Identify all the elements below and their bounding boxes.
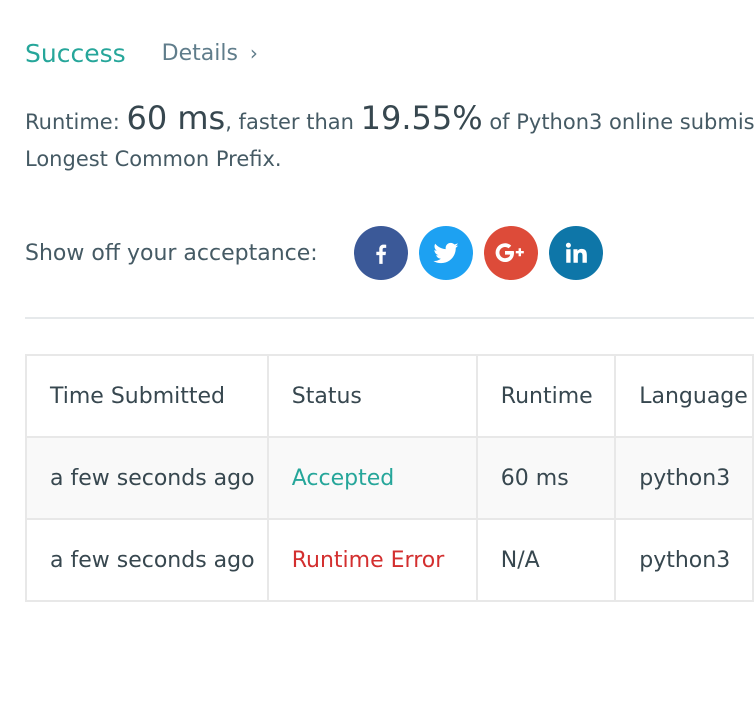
share-section: Show off your acceptance:: [25, 226, 614, 280]
column-header-runtime[interactable]: Runtime: [475, 354, 617, 438]
runtime-percentile: 19.55%: [360, 99, 483, 137]
faster-than-text: , faster than: [225, 110, 361, 134]
runtime-summary: Runtime: 60 ms, faster than 19.55% of Py…: [25, 100, 754, 178]
share-label: Show off your acceptance:: [25, 240, 318, 266]
status-cell: Runtime Error: [266, 518, 478, 602]
submission-result-page: Success Details › Runtime: 60 ms, faster…: [0, 0, 754, 714]
details-link[interactable]: Details ›: [162, 41, 258, 66]
status-cell: Accepted: [266, 436, 478, 520]
twitter-share-button[interactable]: [418, 226, 473, 280]
google-plus-share-button[interactable]: [483, 226, 538, 280]
success-title: Success: [25, 38, 126, 68]
runtime-label: Runtime:: [25, 110, 127, 134]
linkedin-icon: [565, 242, 587, 263]
column-header-time-submitted[interactable]: Time Submitted: [25, 354, 269, 438]
linkedin-share-button[interactable]: [548, 226, 603, 280]
section-divider: [25, 317, 754, 319]
runtime-value: 60 ms: [126, 99, 226, 137]
table-row: a few seconds ago Accepted 60 ms python3: [25, 436, 754, 520]
table-row: a few seconds ago Runtime Error N/A pyth…: [25, 518, 754, 602]
time-submitted-cell: a few seconds ago: [25, 518, 269, 602]
language-cell: python3: [614, 518, 754, 602]
details-link-label: Details: [161, 40, 238, 66]
time-submitted-cell: a few seconds ago: [25, 436, 269, 520]
table-header-row: Time Submitted Status Runtime Language: [25, 354, 754, 438]
status-runtime-error-link[interactable]: Runtime Error: [292, 548, 445, 573]
submissions-table: Time Submitted Status Runtime Language a…: [25, 354, 754, 602]
facebook-share-button[interactable]: [353, 226, 408, 280]
runtime-cell: N/A: [475, 518, 617, 602]
language-cell: python3: [614, 436, 754, 520]
problem-name: Longest Common Prefix.: [25, 147, 282, 171]
chevron-right-icon: ›: [249, 41, 258, 65]
summary-tail-text: of Python3 online submissions for: [489, 110, 754, 134]
result-header: Success Details ›: [25, 36, 258, 70]
column-header-language[interactable]: Language: [614, 354, 754, 438]
runtime-cell: 60 ms: [475, 436, 617, 520]
status-accepted-link[interactable]: Accepted: [292, 466, 394, 491]
twitter-icon: [432, 242, 459, 264]
facebook-icon: [376, 244, 386, 264]
column-header-status[interactable]: Status: [266, 354, 478, 438]
google-plus-icon: [495, 243, 524, 262]
